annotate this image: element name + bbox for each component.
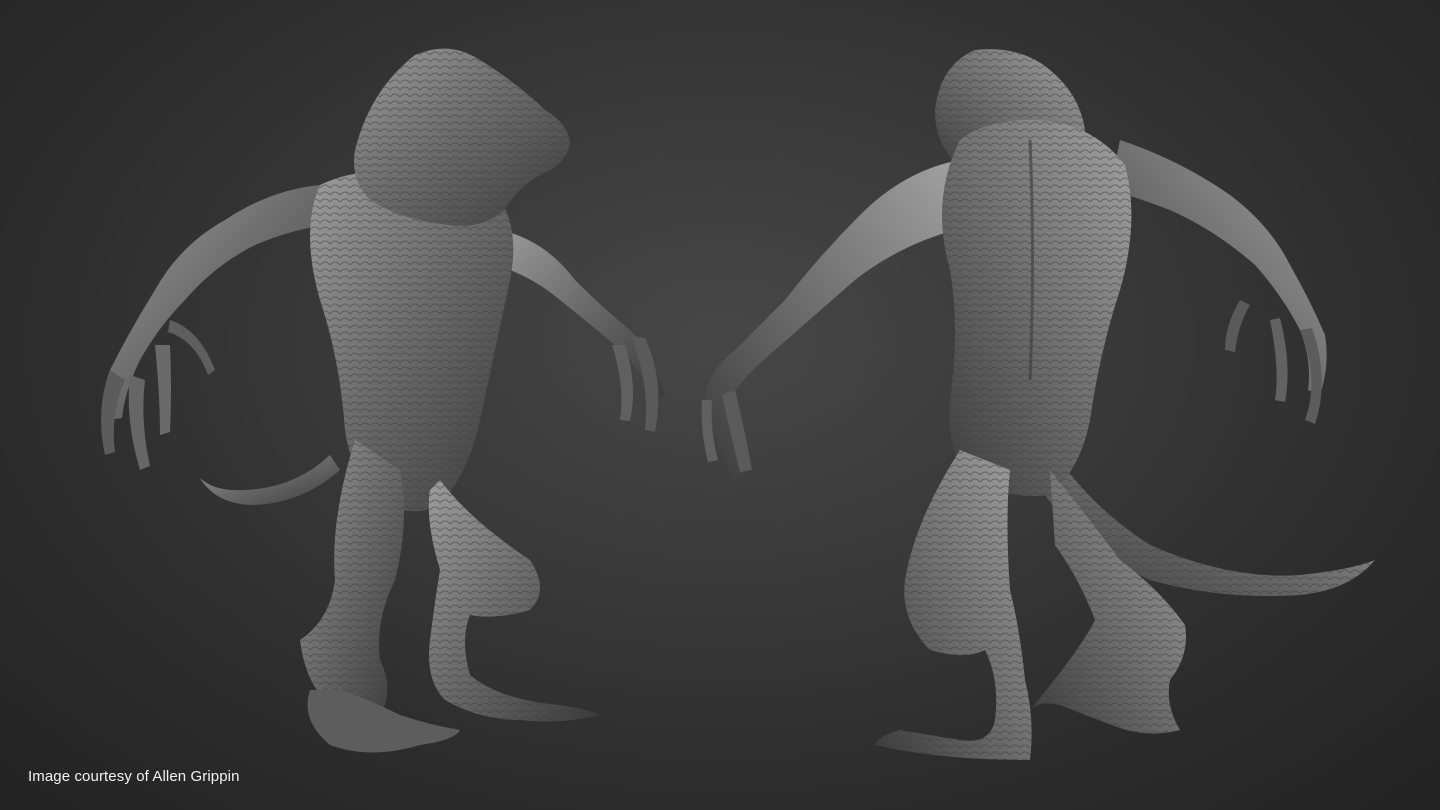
creature-render [101,48,1375,760]
image-credit: Image courtesy of Allen Grippin [28,768,240,785]
creature-front-view [101,48,665,753]
image-stage: Image courtesy of Allen Grippin [0,0,1440,810]
creature-back-view [701,49,1375,760]
